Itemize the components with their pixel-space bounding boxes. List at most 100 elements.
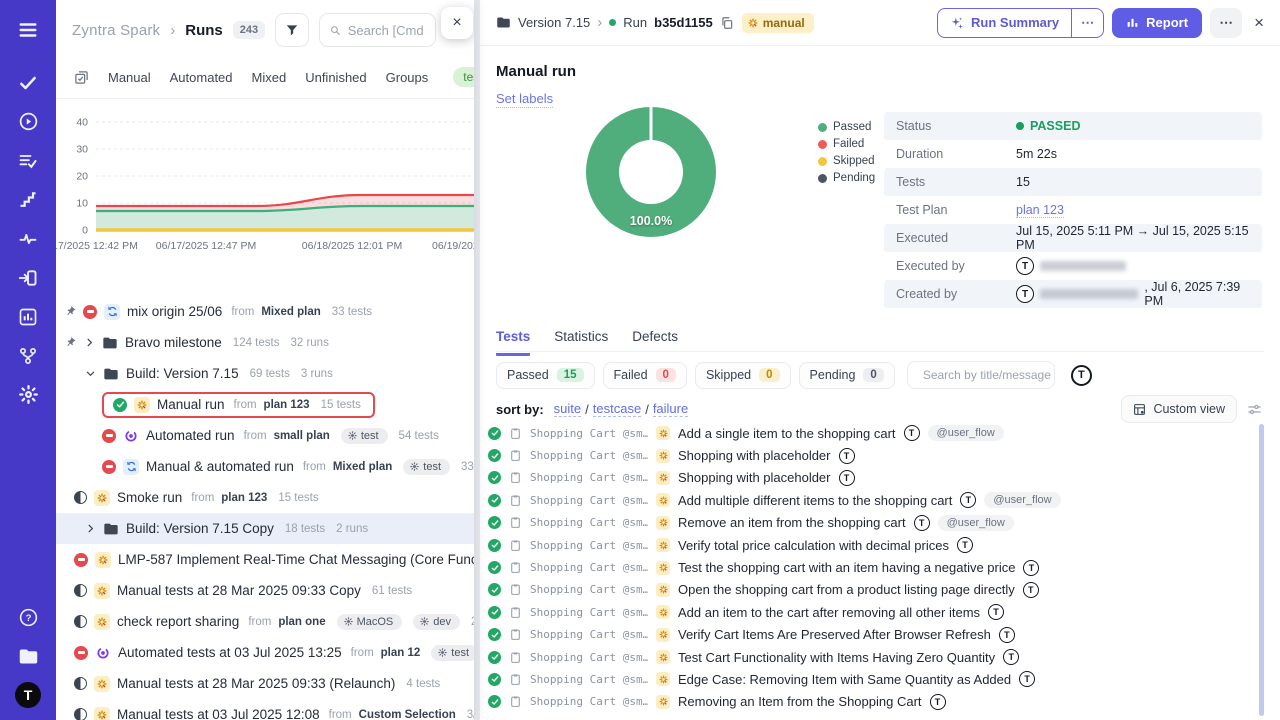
user-avatar[interactable]: T	[15, 682, 41, 708]
test-row[interactable]: Shopping Cart @sm… Test the shopping car…	[488, 556, 1254, 578]
run-row-lmp587[interactable]: LMP-587 Implement Real-Time Chat Messagi…	[56, 544, 474, 575]
tab-groups[interactable]: Groups	[386, 70, 429, 85]
test-title[interactable]: Removing an Item from the Shopping Cart	[678, 694, 922, 709]
custom-view-button[interactable]: Custom view	[1121, 395, 1237, 423]
report-button[interactable]: Report	[1112, 8, 1202, 38]
test-title[interactable]: Verify total price calculation with deci…	[678, 538, 949, 553]
test-row[interactable]: Shopping Cart @sm… Shopping with placeho…	[488, 467, 1254, 489]
run-plan[interactable]: plan 123	[264, 399, 310, 411]
run-plan[interactable]: Mixed plan	[261, 306, 320, 318]
breadcrumb-app[interactable]: Zyntra Spark	[72, 22, 160, 39]
view-settings-icon[interactable]	[1247, 402, 1262, 417]
suite-label[interactable]: Shopping Cart @sm…	[530, 606, 648, 619]
filter-failed[interactable]: Failed0	[603, 362, 687, 389]
test-tag[interactable]: @user_flow	[938, 515, 1014, 531]
test-title[interactable]: Edge Case: Removing Item with Same Quant…	[678, 672, 1011, 687]
test-list-scrollbar[interactable]	[1259, 424, 1264, 716]
test-row[interactable]: Shopping Cart @sm… Verify Cart Items Are…	[488, 624, 1254, 646]
sort-by-suite[interactable]: suite	[554, 401, 581, 417]
suite-label[interactable]: Shopping Cart @sm…	[530, 539, 648, 552]
filter-passed[interactable]: Passed15	[496, 362, 595, 389]
test-tag[interactable]: @user_flow	[928, 425, 1004, 441]
run-row-manual-tests-copy[interactable]: Manual tests at 28 Mar 2025 09:33 Copy 6…	[56, 575, 474, 606]
sort-by-testcase[interactable]: testcase	[593, 401, 641, 417]
run-plan[interactable]: Mixed plan	[333, 461, 392, 473]
assignee-avatar[interactable]: T	[1071, 365, 1092, 386]
menu-icon[interactable]	[8, 10, 48, 49]
branch-icon[interactable]	[8, 336, 48, 375]
sort-by-failure[interactable]: failure	[653, 401, 688, 417]
test-tag[interactable]: @user_flow	[984, 492, 1060, 508]
filter-pending[interactable]: Pending0	[799, 362, 895, 389]
run-row-automated-run[interactable]: Automated run from small plan test 54 te…	[56, 420, 474, 451]
run-plan[interactable]: plan 123	[221, 492, 267, 504]
test-title[interactable]: Add a single item to the shopping cart	[678, 426, 896, 441]
tag-filter-chip[interactable]: tes	[453, 67, 474, 87]
tab-mixed[interactable]: Mixed	[252, 70, 287, 85]
tab-unfinished[interactable]: Unfinished	[305, 70, 366, 85]
run-row-manual-relaunch[interactable]: Manual tests at 28 Mar 2025 09:33 (Relau…	[56, 668, 474, 699]
tests-search-input[interactable]	[923, 368, 1053, 382]
tab-manual[interactable]: Manual	[108, 70, 151, 85]
run-summary-button[interactable]: Run Summary	[938, 9, 1071, 37]
run-row-manual-automated[interactable]: Manual & automated run from Mixed plan t…	[56, 451, 474, 482]
group-row-build-715-copy[interactable]: Build: Version 7.15 Copy 18 tests 2 runs	[56, 513, 474, 544]
test-row[interactable]: Shopping Cart @sm… Shopping with placeho…	[488, 444, 1254, 466]
filter-skipped[interactable]: Skipped0	[695, 362, 791, 389]
test-row[interactable]: Shopping Cart @sm… Remove an item from t…	[488, 512, 1254, 534]
test-title[interactable]: Open the shopping cart from a product li…	[678, 582, 1015, 597]
suite-label[interactable]: Shopping Cart @sm…	[530, 673, 648, 686]
suite-label[interactable]: Shopping Cart @sm…	[530, 651, 648, 664]
runs-search[interactable]	[319, 13, 436, 47]
results-check-icon[interactable]	[8, 63, 48, 102]
tests-search[interactable]	[907, 361, 1055, 389]
group-row-bravo[interactable]: Bravo milestone 124 tests 32 runs	[56, 327, 474, 358]
test-title[interactable]: Add an item to the cart after removing a…	[678, 605, 980, 620]
test-row[interactable]: Shopping Cart @sm… Test Cart Functionali…	[488, 646, 1254, 668]
chevron-right-icon[interactable]	[84, 523, 96, 534]
activity-pulse-icon[interactable]	[8, 219, 48, 258]
run-summary-more-button[interactable]: ⋯	[1071, 9, 1103, 37]
suite-label[interactable]: Shopping Cart @sm…	[530, 628, 648, 641]
test-row[interactable]: Shopping Cart @sm… Add an item to the ca…	[488, 601, 1254, 623]
test-list-icon[interactable]	[8, 141, 48, 180]
test-row[interactable]: Shopping Cart @sm… Verify total price ca…	[488, 534, 1254, 556]
more-actions-button[interactable]: ⋯	[1210, 8, 1242, 38]
suite-label[interactable]: Shopping Cart @sm…	[530, 449, 648, 462]
suite-label[interactable]: Shopping Cart @sm…	[530, 561, 648, 574]
suite-label[interactable]: Shopping Cart @sm…	[530, 494, 648, 507]
breadcrumb-folder[interactable]: Version 7.15	[518, 15, 590, 30]
settings-gear-icon[interactable]	[8, 375, 48, 414]
suite-label[interactable]: Shopping Cart @sm…	[530, 583, 648, 596]
run-plan[interactable]: Custom Selection	[359, 709, 456, 720]
import-icon[interactable]	[8, 258, 48, 297]
suite-label[interactable]: Shopping Cart @sm…	[530, 471, 648, 484]
suite-label[interactable]: Shopping Cart @sm…	[530, 427, 648, 440]
test-title[interactable]: Verify Cart Items Are Preserved After Br…	[678, 627, 991, 642]
test-plan-link[interactable]: plan 123	[1016, 203, 1064, 218]
run-row-smoke-run[interactable]: Smoke run from plan 123 15 tests	[56, 482, 474, 513]
reports-chart-icon[interactable]	[8, 297, 48, 336]
run-row-mix-origin[interactable]: mix origin 25/06 from Mixed plan 33 test…	[56, 296, 474, 327]
run-row-manual-run-selected[interactable]: Manual run from plan 123 15 tests	[56, 389, 474, 420]
test-title[interactable]: Test Cart Functionality with Items Havin…	[678, 650, 995, 665]
test-title[interactable]: Shopping with placeholder	[678, 470, 831, 485]
test-title[interactable]: Test the shopping cart with an item havi…	[678, 560, 1015, 575]
copy-icon[interactable]	[720, 16, 734, 30]
run-row-check-report-sharing[interactable]: check report sharing from plan one MacOS…	[56, 606, 474, 637]
test-row[interactable]: Shopping Cart @sm… Add multiple differen…	[488, 489, 1254, 511]
run-row-automated-tests[interactable]: Automated tests at 03 Jul 2025 13:25 fro…	[56, 637, 474, 668]
suite-label[interactable]: Shopping Cart @sm…	[530, 516, 648, 529]
test-title[interactable]: Shopping with placeholder	[678, 448, 831, 463]
test-row[interactable]: Shopping Cart @sm… Add a single item to …	[488, 422, 1254, 444]
select-runs-icon[interactable]	[74, 70, 89, 85]
chevron-down-icon[interactable]	[84, 368, 96, 379]
drawer-close-button[interactable]: ×	[441, 7, 473, 39]
test-title[interactable]: Add multiple different items to the shop…	[678, 493, 952, 508]
filter-button[interactable]	[275, 13, 309, 47]
run-plan[interactable]: plan one	[278, 616, 325, 628]
runs-play-icon[interactable]	[8, 102, 48, 141]
test-row[interactable]: Shopping Cart @sm… Removing an Item from…	[488, 691, 1254, 713]
set-labels-link[interactable]: Set labels	[496, 91, 553, 108]
detail-close-button[interactable]: ×	[1254, 13, 1264, 33]
